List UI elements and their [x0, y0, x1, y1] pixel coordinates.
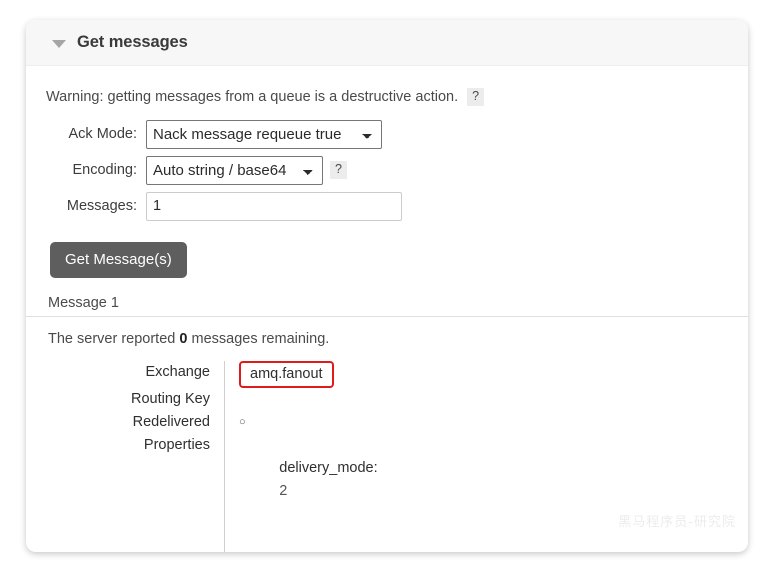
- messages-row: Messages:: [46, 191, 728, 221]
- watermark: 黑马程序员-研究院: [618, 515, 736, 530]
- get-messages-panel: Get messages Warning: getting messages f…: [26, 20, 748, 552]
- encoding-row: Encoding: Auto string / base64 ?: [46, 155, 728, 185]
- ack-mode-label: Ack Mode:: [68, 126, 138, 142]
- get-messages-form: Ack Mode: Nack message requeue true Enco…: [46, 119, 728, 278]
- warning-row: Warning: getting messages from a queue i…: [46, 88, 728, 106]
- exchange-value: amq.fanout: [239, 360, 334, 389]
- routing-key-value: [225, 388, 728, 411]
- encoding-help-icon[interactable]: ?: [330, 161, 347, 179]
- server-report-prefix: The server reported: [48, 330, 176, 347]
- triangle-down-icon[interactable]: [52, 39, 66, 48]
- redelivered-value: ○: [239, 416, 246, 429]
- messages-label: Messages:: [66, 198, 137, 214]
- encoding-label: Encoding:: [72, 162, 138, 178]
- properties-label: Properties: [143, 437, 210, 454]
- property-delivery-mode-value: 2: [279, 483, 288, 500]
- warning-text: Warning: getting messages from a queue i…: [46, 88, 459, 105]
- server-report-count: 0: [179, 330, 188, 347]
- message-heading: Message 1: [48, 294, 119, 311]
- exchange-label: Exchange: [145, 363, 211, 380]
- ack-mode-select[interactable]: Nack message requeue true: [146, 119, 382, 149]
- get-messages-button[interactable]: Get Message(s): [50, 241, 187, 278]
- server-report-suffix: messages remaining.: [191, 330, 330, 347]
- messages-count-input[interactable]: [146, 191, 402, 221]
- panel-header[interactable]: Get messages: [26, 20, 748, 66]
- routing-key-label: Routing Key: [131, 391, 210, 408]
- warning-help-icon[interactable]: ?: [467, 88, 485, 106]
- properties-value-cell: delivery_mode: 2 headers:: [225, 434, 728, 552]
- exchange-value-cell: amq.fanout: [225, 360, 728, 389]
- panel-body: Warning: getting messages from a queue i…: [26, 88, 748, 552]
- encoding-select[interactable]: Auto string / base64: [146, 155, 323, 185]
- server-report: The server reported 0 messages remaining…: [48, 331, 728, 347]
- redelivered-label: Redelivered: [132, 414, 210, 431]
- property-delivery-mode-key: delivery_mode:: [279, 460, 378, 477]
- ack-mode-row: Ack Mode: Nack message requeue true: [46, 119, 728, 149]
- divider: [26, 315, 748, 317]
- property-headers: headers:: [239, 526, 728, 552]
- page-title: Get messages: [77, 33, 188, 51]
